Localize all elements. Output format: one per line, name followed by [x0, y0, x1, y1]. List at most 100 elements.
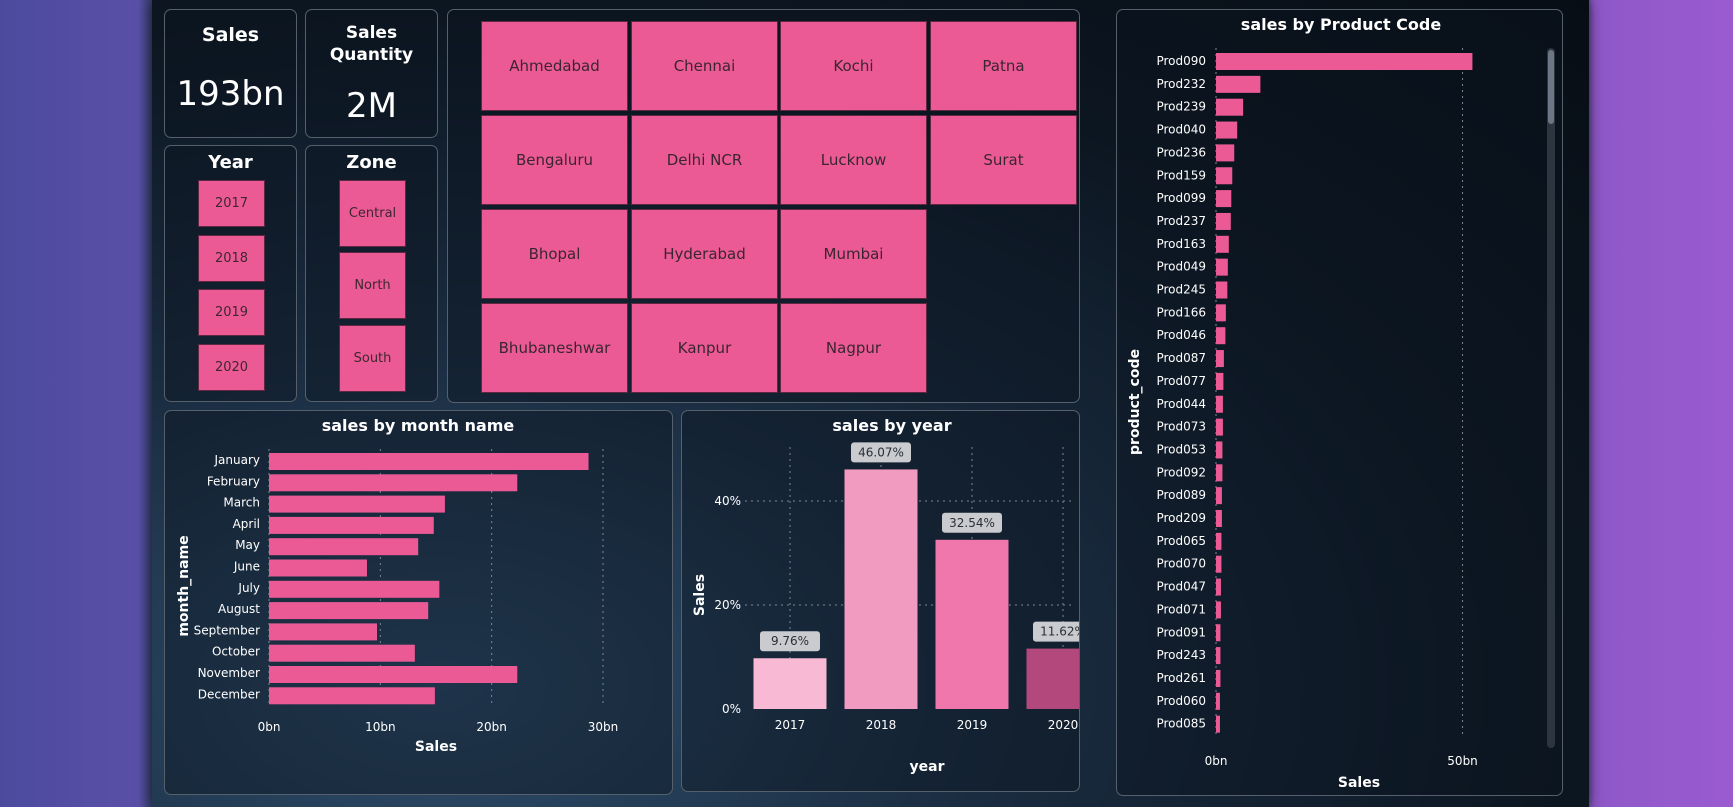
bar — [269, 516, 434, 534]
bar — [1216, 53, 1473, 70]
x-tick-label: 10bn — [365, 720, 396, 734]
bar — [269, 666, 518, 683]
y-tick-label: Prod243 — [1156, 648, 1206, 662]
bar — [1216, 532, 1222, 550]
y-tick-label: Prod044 — [1156, 397, 1206, 411]
x-axis-title: Sales — [415, 739, 457, 755]
zone-slicer-title: Zone — [346, 152, 397, 173]
bar — [1216, 121, 1238, 139]
y-tick-label: Prod239 — [1156, 100, 1206, 114]
y-tick-label: Prod046 — [1156, 328, 1206, 342]
bar — [269, 687, 435, 705]
city-tile[interactable]: Mumbai — [780, 209, 927, 299]
bar — [1216, 715, 1220, 733]
dashboard-canvas: Sales 193bn Sales Quantity 2M Year 2017 … — [152, 0, 1589, 807]
y-tick-label: December — [198, 687, 260, 701]
bar — [1216, 464, 1223, 482]
city-tile[interactable]: Kochi — [780, 21, 927, 111]
y-tick-label: August — [218, 602, 260, 616]
x-tick-label: 2019 — [957, 718, 988, 732]
y-tick-label: 0% — [722, 702, 741, 716]
chart-title: sales by year — [832, 416, 951, 435]
y-tick-label: Prod209 — [1156, 511, 1206, 525]
city-tile[interactable]: Bengaluru — [481, 115, 628, 205]
x-axis-title: year — [910, 759, 945, 775]
x-tick-label: 2018 — [866, 718, 897, 732]
bar — [269, 453, 589, 470]
product-chart: sales by Product Code 0bn 50bn Prod090 Prod2… — [1127, 15, 1478, 791]
bar — [269, 602, 429, 620]
bar — [1216, 281, 1228, 299]
bar — [1216, 98, 1244, 116]
chart-title: sales by Product Code — [1241, 15, 1442, 34]
bar — [1216, 372, 1224, 390]
zone-option-south[interactable]: South — [339, 325, 406, 392]
y-tick-label: Prod085 — [1156, 717, 1206, 731]
year-chart-card: sales by year 0% 20% 40% 9.76% 2017 46.07% 2018… — [681, 410, 1080, 792]
bar — [269, 644, 415, 662]
bar — [269, 623, 377, 641]
bar — [1216, 578, 1221, 596]
bar — [1216, 624, 1221, 642]
bar — [753, 658, 827, 709]
kpi-quantity-label: Sales Quantity — [329, 23, 414, 65]
x-tick-label: 2020 — [1048, 718, 1079, 732]
city-tile[interactable]: Kanpur — [631, 303, 778, 393]
y-tick-label: Prod245 — [1156, 283, 1206, 297]
product-chart-card: sales by Product Code 0bn 50bn Prod090 Prod2… — [1116, 9, 1563, 796]
y-tick-label: September — [194, 623, 260, 637]
y-tick-label: Prod099 — [1156, 191, 1206, 205]
year-option-2020[interactable]: 2020 — [198, 344, 265, 391]
year-option-2018[interactable]: 2018 — [198, 235, 265, 282]
city-tile[interactable]: Chennai — [631, 21, 778, 111]
y-tick-label: May — [235, 538, 260, 552]
y-tick-label: Prod070 — [1156, 557, 1206, 571]
scrollbar-track[interactable] — [1547, 48, 1555, 748]
y-tick-label: Prod091 — [1156, 625, 1206, 639]
kpi-sales-card: Sales 193bn — [164, 9, 297, 138]
y-tick-label: Prod090 — [1156, 54, 1206, 68]
zone-option-north[interactable]: North — [339, 252, 406, 319]
city-tile[interactable]: Bhubaneshwar — [481, 303, 628, 393]
y-tick-label: Prod077 — [1156, 374, 1206, 388]
y-tick-label: Prod087 — [1156, 351, 1206, 365]
city-tile[interactable]: Delhi NCR — [631, 115, 778, 205]
city-tile[interactable]: Surat — [930, 115, 1077, 205]
year-option-2017[interactable]: 2017 — [198, 180, 265, 227]
bar — [1216, 144, 1235, 162]
bar — [1216, 258, 1228, 276]
month-chart-card: sales by month name 0bn 10bn 20bn 30bn Januar… — [164, 410, 673, 795]
bar — [1216, 510, 1222, 527]
x-tick-label: 0bn — [1205, 754, 1228, 768]
bar — [1216, 601, 1221, 619]
city-tile[interactable]: Nagpur — [780, 303, 927, 393]
zone-option-central[interactable]: Central — [339, 180, 406, 247]
city-tile[interactable]: Ahmedabad — [481, 21, 628, 111]
scrollbar-thumb[interactable] — [1548, 50, 1554, 124]
bar — [1216, 212, 1231, 230]
city-tile[interactable]: Bhopal — [481, 209, 628, 299]
y-tick-label: Prod159 — [1156, 168, 1206, 182]
bar — [269, 580, 440, 598]
x-tick-label: 30bn — [588, 720, 619, 734]
y-tick-label: Prod232 — [1156, 77, 1206, 91]
city-tile[interactable]: Lucknow — [780, 115, 927, 205]
y-tick-label: Prod092 — [1156, 465, 1206, 479]
data-label: 9.76% — [771, 634, 809, 648]
y-tick-label: October — [212, 645, 260, 659]
bar — [1216, 327, 1226, 345]
city-tile[interactable]: Hyderabad — [631, 209, 778, 299]
y-tick-label: 20% — [714, 598, 741, 612]
bar — [1216, 167, 1233, 185]
city-slicer: Ahmedabad Chennai Kochi Patna Bengaluru … — [447, 9, 1080, 403]
x-axis-title: Sales — [1338, 775, 1380, 791]
year-chart: sales by year 0% 20% 40% 9.76% 2017 46.07% 2018… — [692, 416, 1079, 775]
kpi-quantity-value: 2M — [346, 86, 397, 126]
year-option-2019[interactable]: 2019 — [198, 289, 265, 336]
bar — [1216, 441, 1223, 459]
y-tick-label: November — [198, 666, 260, 680]
bar — [1216, 669, 1221, 687]
city-tile[interactable]: Patna — [930, 21, 1077, 111]
y-tick-label: February — [207, 474, 260, 488]
y-tick-label: April — [233, 517, 260, 531]
